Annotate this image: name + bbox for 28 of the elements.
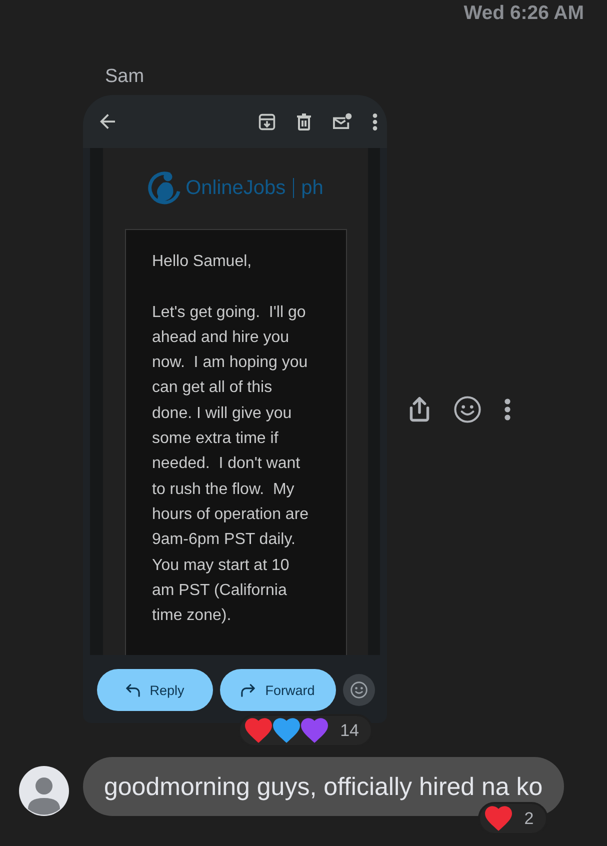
logo-text: OnlineJobs — [186, 176, 286, 200]
logo-icon — [148, 170, 182, 206]
archive-icon[interactable] — [258, 112, 276, 130]
share-icon[interactable] — [408, 396, 431, 422]
smiley-icon — [350, 681, 368, 699]
email-screenshot[interactable] — [83, 95, 387, 723]
trash-icon[interactable] — [296, 112, 312, 130]
forward-button[interactable]: Forward — [220, 669, 336, 711]
reaction-count: 14 — [340, 720, 359, 740]
emoji-button[interactable] — [343, 674, 375, 706]
email-paragraph: Let's get going. I'll go ahead and hire you now. I am hoping you can get all of this done. I will give you some extra time if needed. I don't want to rush the flow. My hours of operation are 9am-6pm PST daily. You may start at 10 am PST (California time zone). — [152, 302, 310, 626]
back-arrow-icon[interactable] — [100, 114, 115, 129]
timestamp: Wed 6:26 AM — [464, 1, 584, 25]
more-options-icon[interactable] — [504, 398, 511, 420]
logo-suffix-text: ph — [301, 176, 324, 200]
reply-button[interactable]: Reply — [97, 669, 213, 711]
reactions-pill[interactable]: 2 — [478, 802, 548, 835]
reply-arrow-icon — [126, 684, 140, 696]
reactions-pill[interactable]: 14 — [238, 714, 373, 747]
smiley-icon[interactable] — [454, 396, 481, 422]
forward-arrow-icon — [241, 684, 256, 696]
email-paragraph: Hello Samuel, — [152, 252, 253, 272]
sender-name: Sam — [104, 66, 144, 88]
reaction-count: 2 — [524, 808, 534, 828]
message-text: goodmorning guys, officially hired na ko — [104, 772, 543, 802]
envelope-dot-icon[interactable] — [332, 113, 352, 130]
more-options-icon[interactable] — [372, 112, 378, 130]
avatar-icon[interactable] — [19, 766, 69, 816]
